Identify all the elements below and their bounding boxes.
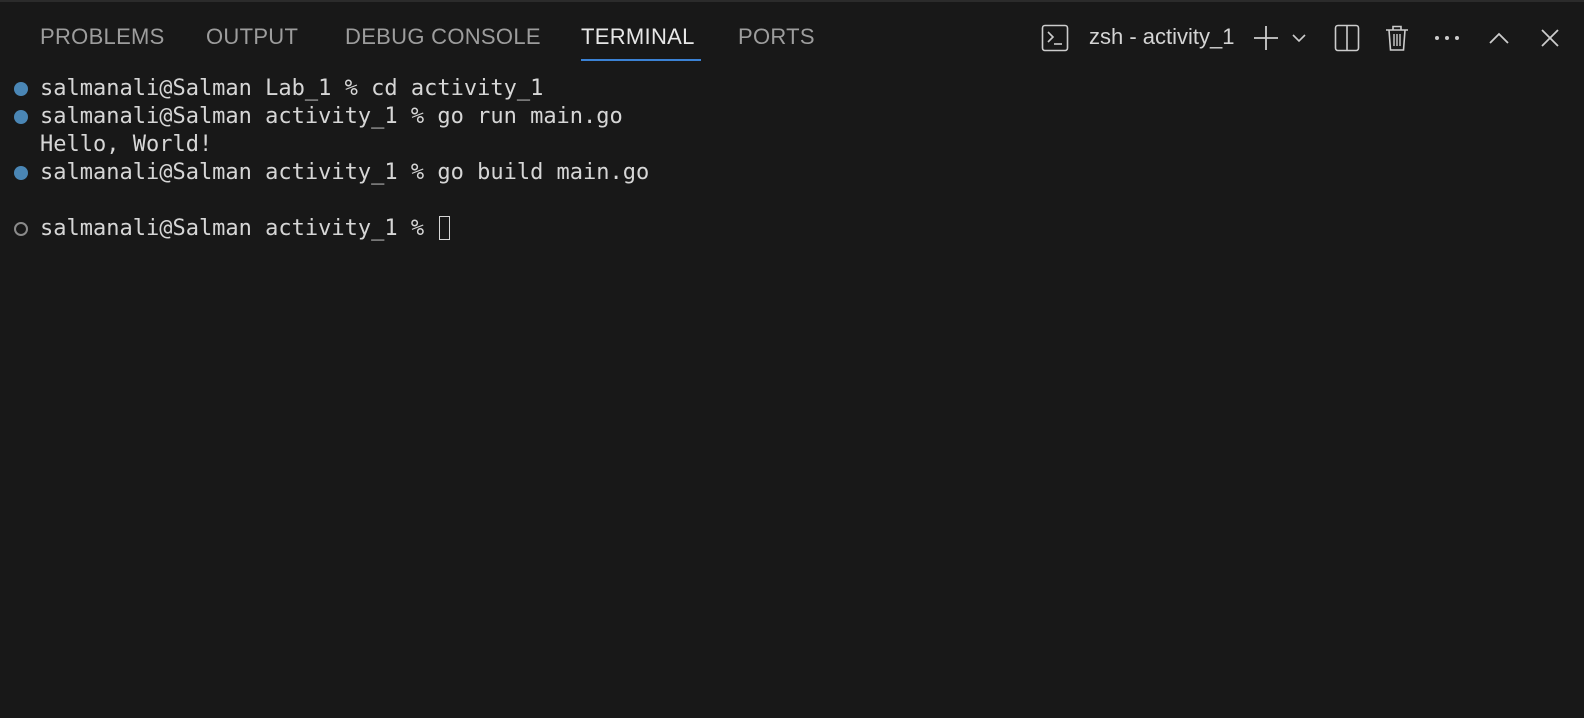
command-success-decoration[interactable] <box>14 82 28 96</box>
terminal-prompt: salmanali@Salman activity_1 % <box>40 216 438 241</box>
prompt-line: salmanali@Salman activity_1 % <box>40 215 451 245</box>
command-pending-decoration[interactable] <box>14 222 28 236</box>
terminal-output[interactable]: salmanali@Salman Lab_1 % cd activity_1 s… <box>0 72 1584 718</box>
plus-icon[interactable] <box>1250 20 1282 56</box>
tab-problems[interactable]: PROBLEMS <box>40 24 165 54</box>
tab-debug-console[interactable]: DEBUG CONSOLE <box>345 24 541 54</box>
tab-terminal[interactable]: TERMINAL <box>581 24 695 54</box>
command-success-decoration[interactable] <box>14 166 28 180</box>
trash-icon[interactable] <box>1382 20 1412 56</box>
terminal-panel: PROBLEMS OUTPUT DEBUG CONSOLE TERMINAL P… <box>0 0 1584 718</box>
terminal-cursor <box>439 216 451 240</box>
chevron-down-icon[interactable] <box>1289 20 1309 56</box>
ellipsis-icon[interactable] <box>1432 20 1462 56</box>
panel-tab-bar: PROBLEMS OUTPUT DEBUG CONSOLE TERMINAL P… <box>0 2 1584 72</box>
terminal-line: salmanali@Salman activity_1 % go run mai… <box>40 104 623 129</box>
split-icon[interactable] <box>1332 20 1362 56</box>
close-icon[interactable] <box>1537 20 1563 56</box>
terminal-line: salmanali@Salman Lab_1 % cd activity_1 <box>40 76 544 101</box>
terminal-selector-label[interactable]: zsh - activity_1 <box>1089 24 1235 50</box>
command-success-decoration[interactable] <box>14 110 28 124</box>
tab-ports[interactable]: PORTS <box>738 24 815 54</box>
chevron-up-icon[interactable] <box>1486 20 1512 56</box>
terminal-line: Hello, World! <box>40 132 213 157</box>
terminal-icon[interactable] <box>1040 20 1070 56</box>
tab-output[interactable]: OUTPUT <box>206 24 298 54</box>
terminal-line: salmanali@Salman activity_1 % go build m… <box>40 160 650 185</box>
active-tab-indicator <box>581 59 701 61</box>
